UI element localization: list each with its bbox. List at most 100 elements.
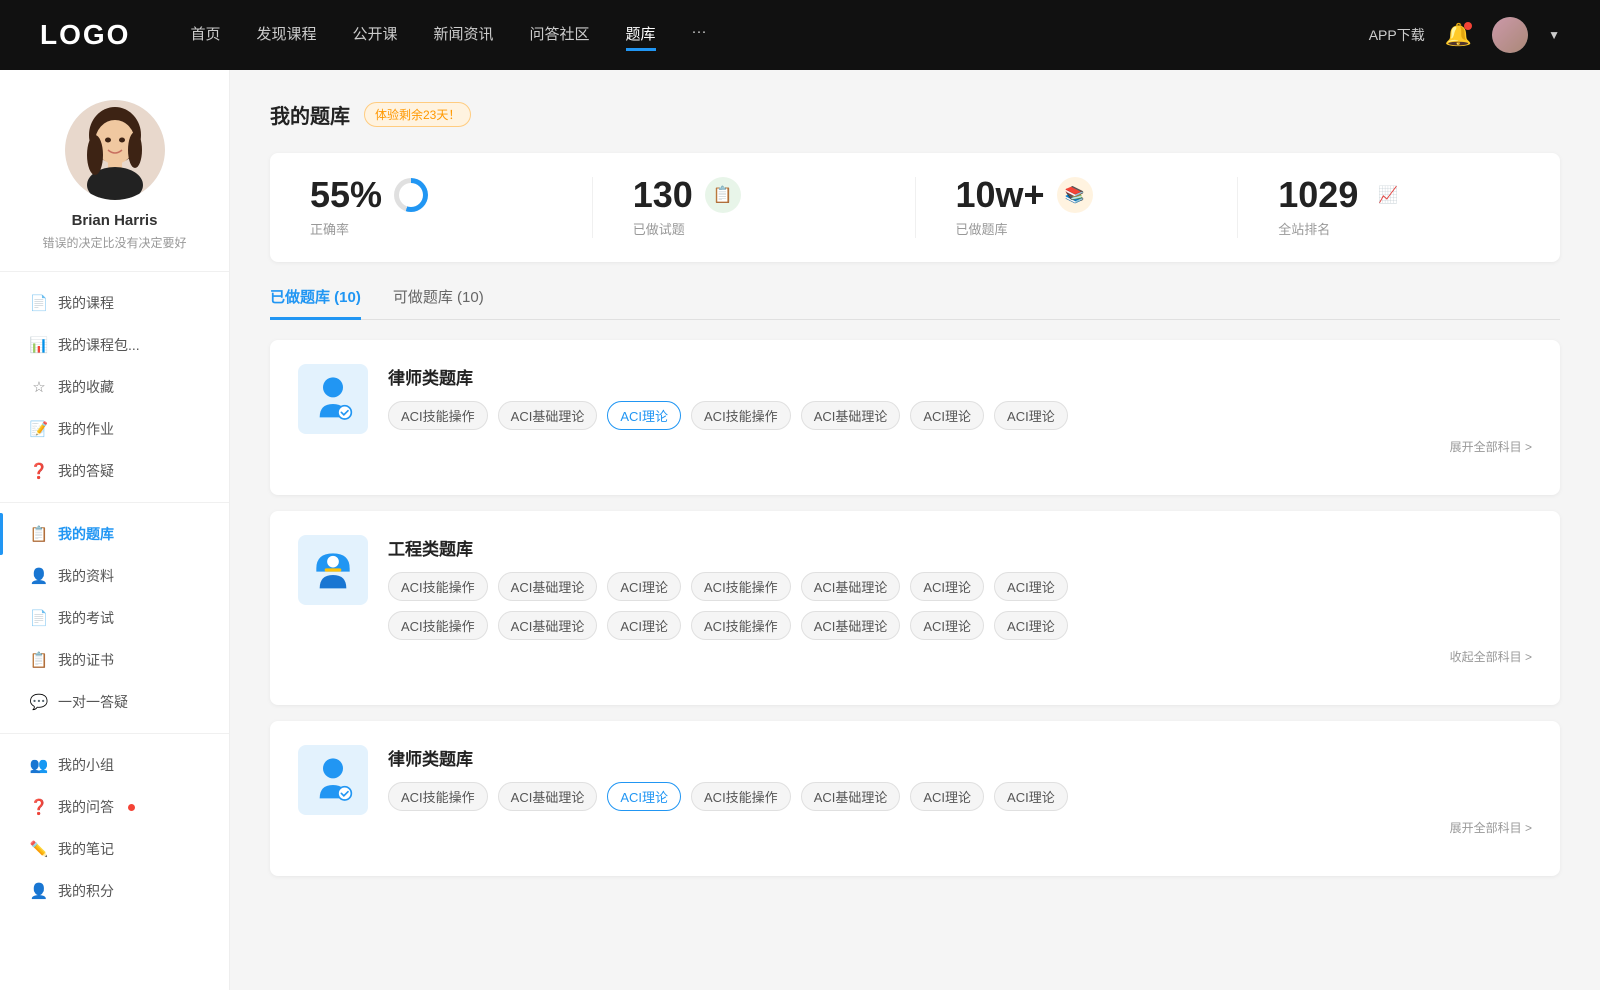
sidebar-item-11[interactable]: ❓我的问答 — [0, 786, 229, 828]
tags-row: ACI技能操作 ACI基础理论 ACI理论 ACI技能操作 ACI基础理论 ACI理论 AC… — [388, 401, 1532, 430]
tag[interactable]: ACI理论 — [910, 782, 984, 811]
tag[interactable]: ACI理论 — [607, 611, 681, 640]
navbar-nav-item[interactable]: 新闻资讯 — [434, 19, 494, 51]
stat-top: 10w+ 📚 — [956, 177, 1093, 213]
tag[interactable]: ACI基础理论 — [801, 782, 901, 811]
stat-top: 55% — [310, 177, 428, 213]
tag[interactable]: ACI理论 — [607, 782, 681, 811]
navbar-nav-item[interactable]: ··· — [692, 19, 707, 51]
tag[interactable]: ACI理论 — [910, 572, 984, 601]
stat-label: 正确率 — [310, 219, 349, 238]
tag[interactable]: ACI基础理论 — [801, 572, 901, 601]
stat-label: 已做试题 — [633, 219, 685, 238]
account-dropdown-arrow[interactable]: ▼ — [1548, 28, 1560, 42]
tag[interactable]: ACI理论 — [607, 401, 681, 430]
navbar-nav-item[interactable]: 问答社区 — [530, 19, 590, 51]
navbar-nav-item[interactable]: 公开课 — [352, 19, 397, 51]
stat-value: 130 — [633, 177, 693, 213]
tag[interactable]: ACI理论 — [994, 401, 1068, 430]
tag[interactable]: ACI理论 — [607, 572, 681, 601]
bank-card-header: 律师类题库 ACI技能操作ACI基础理论ACI理论ACI技能操作ACI基础理论A… — [298, 745, 1532, 836]
tag[interactable]: ACI理论 — [994, 611, 1068, 640]
stats-row: 55% 正确率 130 📋 已做试题 10w+ 📚 已做题库 1029 📈 全站… — [270, 153, 1560, 262]
notification-bell[interactable]: 🔔 — [1445, 22, 1472, 48]
stat-item-0: 55% 正确率 — [270, 177, 593, 238]
navbar-right: APP下载 🔔 ▼ — [1369, 17, 1560, 53]
avatar[interactable] — [1492, 17, 1528, 53]
sidebar-menu-icon: 👥 — [30, 756, 48, 774]
sidebar-menu-label: 我的收藏 — [58, 377, 114, 397]
navbar-nav-item[interactable]: 首页 — [190, 19, 220, 51]
tag[interactable]: ACI基础理论 — [498, 611, 598, 640]
tag[interactable]: ACI理论 — [910, 401, 984, 430]
tag[interactable]: ACI基础理论 — [801, 401, 901, 430]
tag[interactable]: ACI基础理论 — [498, 782, 598, 811]
stat-item-3: 1029 📈 全站排名 — [1238, 177, 1560, 238]
sidebar-user-motto: 错误的决定比没有决定要好 — [42, 234, 186, 251]
tags-row-2: ACI技能操作 ACI基础理论 ACI理论 ACI技能操作 ACI基础理论 ACI理论 AC… — [388, 611, 1532, 640]
stat-top: 1029 📈 — [1278, 177, 1406, 213]
navbar-logo: LOGO — [40, 19, 130, 51]
sidebar-item-5[interactable]: 📋我的题库 — [0, 513, 229, 555]
sidebar-menu-icon: 💬 — [30, 693, 48, 711]
sidebar-item-3[interactable]: 📝我的作业 — [0, 408, 229, 450]
tag[interactable]: ACI技能操作 — [691, 401, 791, 430]
app-download-button[interactable]: APP下载 — [1369, 25, 1425, 45]
sidebar-menu-icon: 📊 — [30, 336, 48, 354]
tag[interactable]: ACI基础理论 — [498, 401, 598, 430]
bank-card-0: 律师类题库 ACI技能操作ACI基础理论ACI理论ACI技能操作ACI基础理论A… — [270, 340, 1560, 495]
tab-item-0[interactable]: 已做题库 (10) — [270, 286, 361, 320]
navbar-nav-item[interactable]: 发现课程 — [256, 19, 316, 51]
tag[interactable]: ACI技能操作 — [388, 611, 488, 640]
navbar-nav-item[interactable]: 题库 — [626, 19, 656, 51]
sidebar-menu-label: 一对一答疑 — [58, 692, 128, 712]
bank-card-2: 律师类题库 ACI技能操作ACI基础理论ACI理论ACI技能操作ACI基础理论A… — [270, 721, 1560, 876]
tag[interactable]: ACI技能操作 — [388, 572, 488, 601]
sidebar-menu-label: 我的课程 — [58, 293, 114, 313]
sidebar-item-2[interactable]: ☆我的收藏 — [0, 366, 229, 408]
tag[interactable]: ACI基础理论 — [801, 611, 901, 640]
stat-item-1: 130 📋 已做试题 — [593, 177, 916, 238]
sidebar-item-0[interactable]: 📄我的课程 — [0, 282, 229, 324]
sidebar-item-12[interactable]: ✏️ 我的笔记 — [0, 828, 229, 870]
tags-row: ACI技能操作 ACI基础理论 ACI理论 ACI技能操作 ACI基础理论 ACI理论 AC… — [388, 782, 1532, 811]
tag[interactable]: ACI技能操作 — [691, 782, 791, 811]
sidebar-menu-label: 我的笔记 — [58, 839, 114, 859]
bank-title: 律师类题库 — [388, 364, 1532, 389]
bank-content: 律师类题库 ACI技能操作ACI基础理论ACI理论ACI技能操作ACI基础理论A… — [388, 745, 1532, 836]
sidebar-item-7[interactable]: 📄我的考试 — [0, 597, 229, 639]
sidebar-item-10[interactable]: 👥我的小组 — [0, 744, 229, 786]
sidebar-item-8[interactable]: 📋我的证书 — [0, 639, 229, 681]
sidebar-menu-label: 我的证书 — [58, 650, 114, 670]
sidebar-item-9[interactable]: 💬 一对一答疑 — [0, 681, 229, 723]
tag[interactable]: ACI技能操作 — [691, 572, 791, 601]
expand-link[interactable]: 收起全部科目 > — [388, 648, 1532, 665]
tag[interactable]: ACI技能操作 — [388, 782, 488, 811]
bank-content: 工程类题库 ACI技能操作ACI基础理论ACI理论ACI技能操作ACI基础理论A… — [388, 535, 1532, 665]
sidebar-item-13[interactable]: 👤我的积分 — [0, 870, 229, 912]
sidebar-menu-label: 我的课程包... — [58, 335, 140, 355]
tab-item-1[interactable]: 可做题库 (10) — [393, 286, 484, 320]
expand-link[interactable]: 展开全部科目 > — [388, 819, 1532, 836]
tag[interactable]: ACI理论 — [910, 611, 984, 640]
stat-label: 已做题库 — [956, 219, 1008, 238]
sidebar-item-4[interactable]: ❓我的答疑 — [0, 450, 229, 492]
tag[interactable]: ACI理论 — [994, 782, 1068, 811]
tag[interactable]: ACI技能操作 — [691, 611, 791, 640]
sidebar-menu-label: 我的答疑 — [58, 461, 114, 481]
sidebar-menu-icon: ✏️ — [30, 840, 48, 858]
tag[interactable]: ACI基础理论 — [498, 572, 598, 601]
engineer-icon — [308, 545, 358, 595]
tag[interactable]: ACI理论 — [994, 572, 1068, 601]
sidebar-menu-icon: 📄 — [30, 609, 48, 627]
bank-cards-container: 律师类题库 ACI技能操作ACI基础理论ACI理论ACI技能操作ACI基础理论A… — [270, 340, 1560, 876]
sidebar-item-1[interactable]: 📊 我的课程包... — [0, 324, 229, 366]
book-icon: 📚 — [1057, 177, 1093, 213]
stat-value: 10w+ — [956, 177, 1045, 213]
layout: Brian Harris 错误的决定比没有决定要好 📄我的课程📊我的课程包...… — [0, 70, 1600, 990]
tag[interactable]: ACI技能操作 — [388, 401, 488, 430]
chart-icon: 📋 — [705, 177, 741, 213]
tags-row-1: ACI技能操作 ACI基础理论 ACI理论 ACI技能操作 ACI基础理论 ACI理论 AC… — [388, 572, 1532, 601]
expand-link[interactable]: 展开全部科目 > — [388, 438, 1532, 455]
sidebar-item-6[interactable]: 👤我的资料 — [0, 555, 229, 597]
